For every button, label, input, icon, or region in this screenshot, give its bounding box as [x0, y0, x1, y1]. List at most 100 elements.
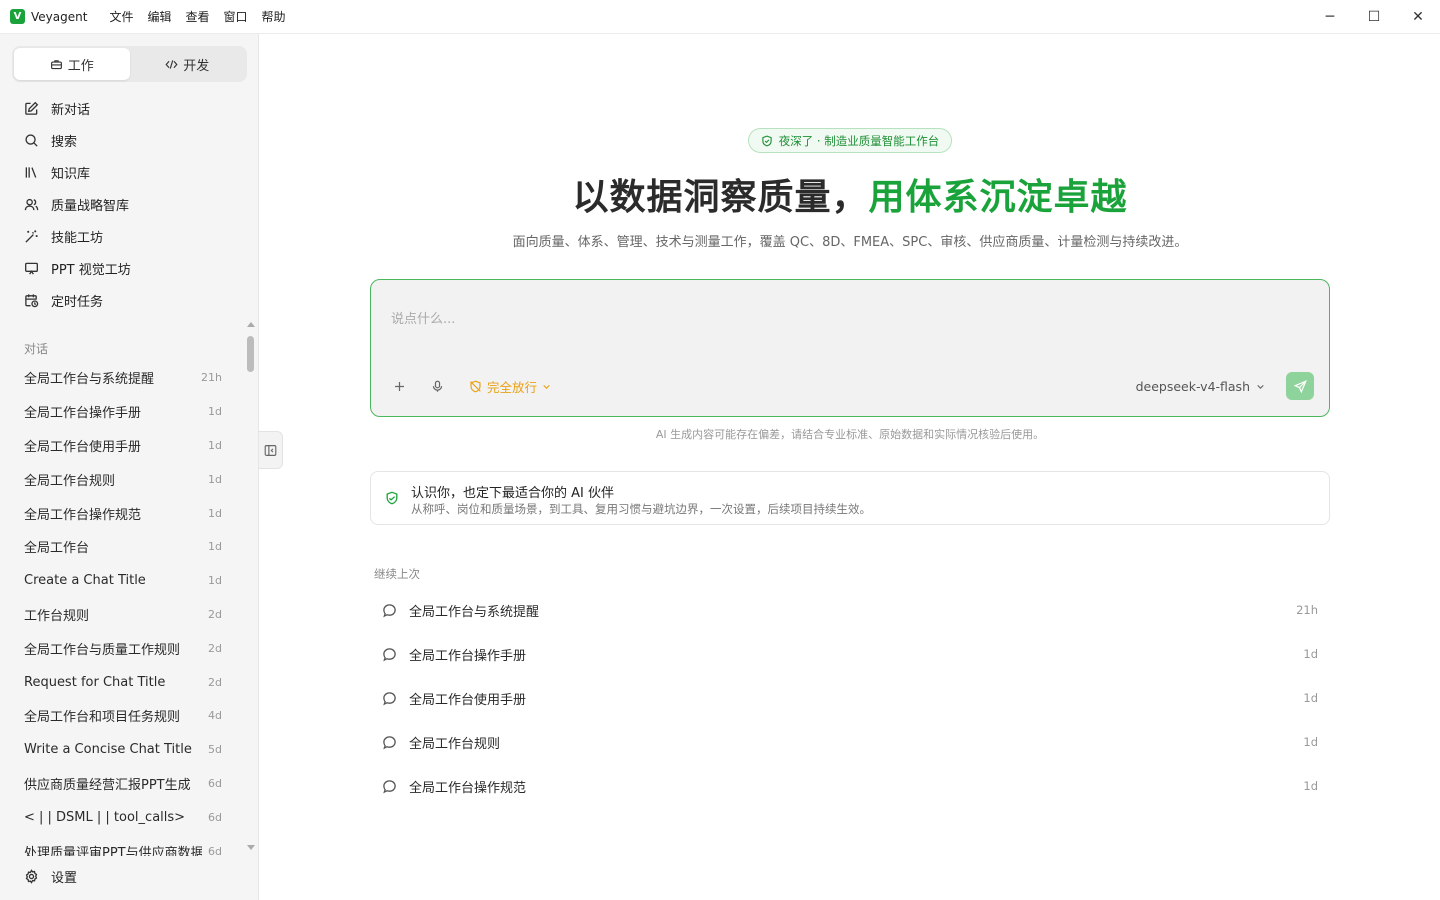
conversation-item[interactable]: < | | DSML | | tool_calls> 6d: [12, 800, 234, 834]
conversation-item[interactable]: 全局工作台与系统提醒 21h: [12, 361, 234, 395]
tab-work-label: 工作: [67, 58, 94, 74]
conversation-list: 全局工作台与系统提醒 21h 全局工作台操作手册 1d 全局工作台使用手册 1d 全局…: [12, 361, 234, 856]
recent-item[interactable]: 全局工作台操作手册 1d: [370, 632, 1330, 676]
recent-item[interactable]: 全局工作台操作规范 1d: [370, 764, 1330, 808]
conversation-age: 2d: [208, 607, 222, 621]
conversation-title: 工作台规则: [24, 608, 90, 624]
conversation-title: 全局工作台与质量工作规则: [24, 642, 181, 658]
recent-title: 全局工作台与系统提醒: [409, 604, 540, 620]
search-icon: [25, 133, 38, 147]
conversation-item[interactable]: Request for Chat Title 2d: [12, 665, 234, 699]
conversation-age: 6d: [208, 776, 222, 790]
conversation-title: Write a Concise Chat Title: [24, 742, 192, 758]
scroll-down-arrow[interactable]: [247, 845, 255, 850]
sidebar-item-strategy[interactable]: 质量战略智库: [12, 188, 247, 220]
magic-wand-icon: [25, 229, 38, 243]
close-button[interactable]: ✕: [1396, 0, 1440, 34]
sidebar-item-ppt[interactable]: PPT 视觉工坊: [12, 252, 247, 284]
conversation-item[interactable]: 全局工作台使用手册 1d: [12, 429, 234, 463]
shield-off-icon: [470, 380, 481, 392]
chat-bubble-icon: [383, 779, 396, 793]
conversation-item[interactable]: 全局工作台与质量工作规则 2d: [12, 631, 234, 665]
onboarding-description: 从称呼、岗位和质量场景，到工具、复用习惯与避坑边界，一次设置，后续项目持续生效。: [411, 502, 871, 516]
tab-work[interactable]: 工作: [14, 48, 130, 80]
conversation-title: 全局工作台规则: [24, 473, 116, 489]
permission-label: 完全放行: [487, 379, 538, 395]
sidebar-item-knowledge[interactable]: 知识库: [12, 156, 247, 188]
conversation-item[interactable]: 全局工作台规则 1d: [12, 462, 234, 496]
collapse-sidebar-button[interactable]: [259, 431, 283, 469]
conversation-title: 全局工作台与系统提醒: [24, 372, 155, 388]
conversation-item[interactable]: 全局工作台和项目任务规则 4d: [12, 699, 234, 733]
sidebar-scrollbar[interactable]: [245, 322, 257, 850]
calendar-clock-icon: [25, 293, 39, 307]
chat-bubble-icon: [383, 603, 396, 617]
attach-button[interactable]: [393, 376, 406, 396]
maximize-button[interactable]: ☐: [1352, 0, 1396, 34]
minimize-button[interactable]: ─: [1308, 0, 1352, 34]
permission-dropdown[interactable]: 完全放行: [469, 376, 556, 396]
library-icon: [25, 166, 37, 178]
conversation-item[interactable]: Create a Chat Title 1d: [12, 564, 234, 598]
menu-help[interactable]: 帮助: [262, 8, 286, 25]
sidebar-item-new-chat[interactable]: 新对话: [12, 92, 247, 124]
settings-button[interactable]: 设置: [12, 860, 247, 892]
status-badge-text: 夜深了 · 制造业质量智能工作台: [778, 133, 940, 148]
recent-title: 全局工作台操作手册: [409, 648, 527, 664]
plus-icon: [395, 381, 404, 391]
conversation-item[interactable]: 全局工作台操作手册 1d: [12, 395, 234, 429]
code-icon: [165, 59, 178, 69]
conversation-item[interactable]: 处理质量评审PPT与供应商数据 6d: [12, 834, 234, 856]
model-name: deepseek-v4-flash: [1135, 378, 1250, 394]
sidebar-item-label: 质量战略智库: [51, 198, 130, 214]
scroll-thumb[interactable]: [247, 336, 254, 372]
sidebar-item-search[interactable]: 搜索: [12, 124, 247, 156]
menu-edit[interactable]: 编辑: [147, 8, 171, 25]
sidebar-item-skills[interactable]: 技能工坊: [12, 220, 247, 252]
conversation-age: 1d: [208, 438, 222, 452]
menu-view[interactable]: 查看: [185, 8, 209, 25]
tab-dev[interactable]: 开发: [130, 48, 246, 80]
conversation-title: 处理质量评审PPT与供应商数据: [24, 845, 203, 856]
conversation-item[interactable]: 全局工作台操作规范 1d: [12, 496, 234, 530]
conversation-title: 全局工作台: [24, 541, 90, 557]
conversation-age: 1d: [208, 540, 222, 554]
conversation-age: 2d: [208, 675, 222, 689]
message-input[interactable]: 说点什么...: [391, 308, 455, 327]
conversation-item[interactable]: 供应商质量经营汇报PPT生成 6d: [12, 767, 234, 801]
menu-file[interactable]: 文件: [109, 8, 133, 25]
onboarding-title: 认识你，也定下最适合你的 AI 伙伴: [411, 486, 614, 501]
settings-label: 设置: [51, 870, 78, 886]
chat-bubble-icon: [383, 691, 396, 705]
conversation-age: 1d: [208, 574, 222, 588]
conversation-age: 1d: [208, 506, 222, 520]
page-title-highlight: 用体系沉淀卓越: [868, 177, 1128, 218]
sidebar-item-label: 搜索: [51, 134, 78, 150]
ai-disclaimer: AI 生成内容可能存在偏差，请结合专业标准、原始数据和实际情况核验后使用。: [655, 428, 1045, 441]
recent-item[interactable]: 全局工作台与系统提醒 21h: [370, 588, 1330, 632]
recent-item[interactable]: 全局工作台使用手册 1d: [370, 676, 1330, 720]
status-badge: 夜深了 · 制造业质量智能工作台: [748, 128, 952, 153]
recent-title: 全局工作台规则: [409, 736, 501, 752]
model-selector[interactable]: deepseek-v4-flash: [1136, 376, 1265, 396]
sidebar-item-scheduled[interactable]: 定时任务: [12, 284, 247, 316]
microphone-icon: [432, 380, 443, 392]
menu-window[interactable]: 窗口: [223, 8, 247, 25]
conversation-title: 供应商质量经营汇报PPT生成: [24, 777, 191, 793]
voice-input-button[interactable]: [431, 376, 444, 396]
scroll-up-arrow[interactable]: [247, 322, 255, 327]
send-button[interactable]: [1286, 372, 1314, 400]
conversation-item[interactable]: 全局工作台 1d: [12, 530, 234, 564]
title-bar: V Veyagent 文件 编辑 查看 窗口 帮助 ─ ☐ ✕: [0, 0, 1440, 34]
conversation-age: 5d: [208, 743, 222, 757]
gear-icon: [25, 868, 38, 884]
chat-bubble-icon: [383, 735, 396, 749]
recent-item[interactable]: 全局工作台规则 1d: [370, 720, 1330, 764]
page-title-part1: 以数据洞察质量，: [572, 177, 869, 218]
recent-age: 1d: [1303, 647, 1318, 661]
onboarding-card[interactable]: 认识你，也定下最适合你的 AI 伙伴 从称呼、岗位和质量场景，到工具、复用习惯与…: [370, 471, 1330, 525]
conversation-item[interactable]: 工作台规则 2d: [12, 598, 234, 632]
recent-age: 1d: [1303, 735, 1318, 749]
sidebar-item-label: 技能工坊: [51, 230, 104, 246]
conversation-item[interactable]: Write a Concise Chat Title 5d: [12, 733, 234, 767]
